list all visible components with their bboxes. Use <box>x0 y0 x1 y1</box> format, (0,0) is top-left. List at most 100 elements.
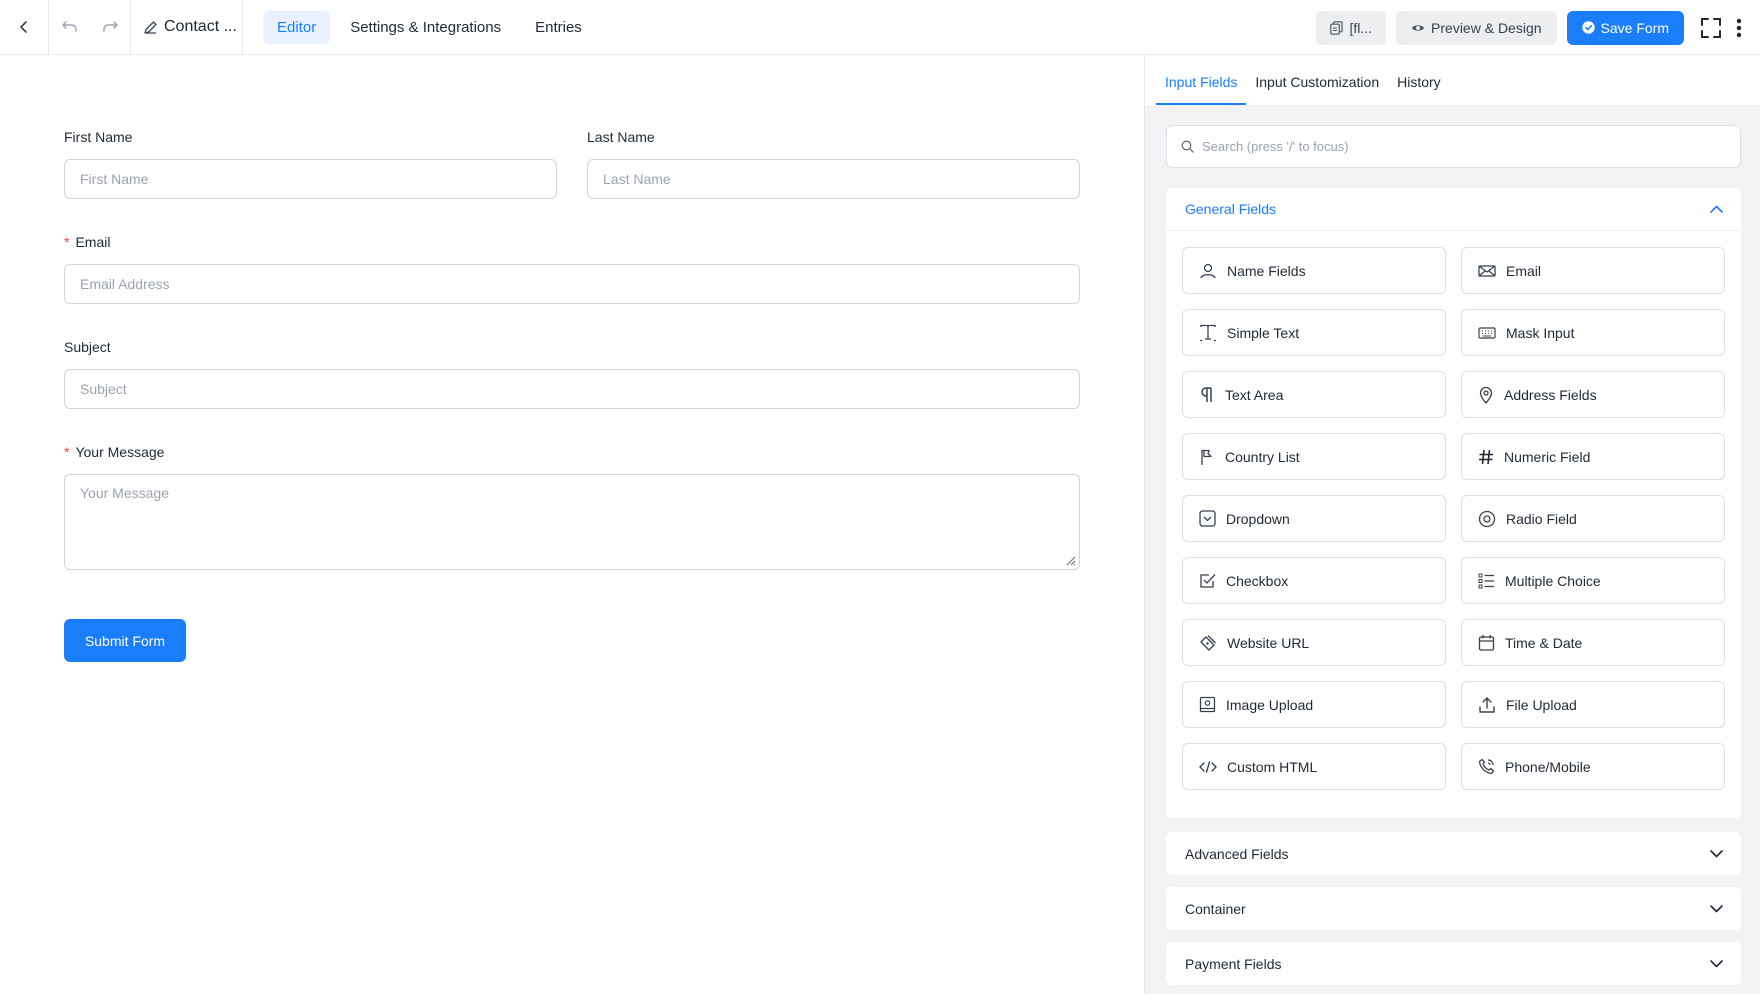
chevron-down-icon <box>1710 904 1723 912</box>
tab-editor[interactable]: Editor <box>263 10 331 44</box>
chevron-down-icon <box>1710 959 1723 967</box>
pencil-icon <box>144 20 157 34</box>
radio-icon <box>1478 510 1496 527</box>
keyboard-icon <box>1478 326 1496 339</box>
save-form-button[interactable]: Save Form <box>1566 10 1684 45</box>
tab-history[interactable]: History <box>1388 74 1450 105</box>
first-name-input[interactable]: First Name <box>64 159 557 199</box>
resize-handle-icon[interactable] <box>1064 554 1076 566</box>
preview-design-button[interactable]: Preview & Design <box>1396 10 1557 45</box>
main-tabs: Editor Settings & Integrations Entries <box>263 10 596 44</box>
field-country-list[interactable]: Country List <box>1182 433 1446 480</box>
redo-icon <box>103 21 118 32</box>
redo-button[interactable] <box>90 0 131 55</box>
field-text-area[interactable]: Text Area <box>1182 371 1446 418</box>
message-label: * Your Message <box>64 444 164 460</box>
first-name-label: First Name <box>64 129 133 145</box>
advanced-fields-group: Advanced Fields <box>1166 832 1741 875</box>
field-image-upload[interactable]: Image Upload <box>1182 681 1446 728</box>
undo-icon <box>61 21 77 32</box>
form-title[interactable]: Contact ... <box>131 0 243 55</box>
field-custom-html[interactable]: Custom HTML <box>1182 743 1446 790</box>
field-name-fields[interactable]: Name Fields <box>1182 247 1446 294</box>
form-title-text: Contact ... <box>164 18 237 35</box>
field-label: Time & Date <box>1505 634 1583 651</box>
top-toolbar: Contact ... Editor Settings & Integratio… <box>0 0 1760 55</box>
tab-settings-integrations[interactable]: Settings & Integrations <box>336 11 515 44</box>
last-name-input[interactable]: Last Name <box>587 159 1080 199</box>
email-input[interactable]: Email Address <box>64 264 1080 304</box>
container-group: Container <box>1166 887 1741 930</box>
map-pin-icon <box>1479 386 1493 404</box>
tab-input-fields[interactable]: Input Fields <box>1156 74 1247 105</box>
field-label: Dropdown <box>1226 510 1290 527</box>
field-label: Custom HTML <box>1227 758 1318 775</box>
field-time-date[interactable]: Time & Date <box>1461 619 1725 666</box>
fullscreen-icon <box>1701 17 1721 38</box>
container-title: Container <box>1185 900 1246 917</box>
field-numeric-field[interactable]: Numeric Field <box>1461 433 1725 480</box>
undo-button[interactable] <box>49 0 90 55</box>
phone-icon <box>1478 758 1495 775</box>
message-label-text: Your Message <box>75 444 165 460</box>
email-label-text: Email <box>75 234 111 250</box>
subject-label: Subject <box>64 339 111 355</box>
shortcode-button[interactable]: [fl... <box>1316 10 1387 45</box>
message-textarea[interactable]: Your Message <box>64 474 1080 570</box>
payment-fields-header[interactable]: Payment Fields <box>1166 942 1741 985</box>
payment-fields-group: Payment Fields <box>1166 942 1741 985</box>
email-label: * Email <box>64 234 110 250</box>
field-label: Multiple Choice <box>1505 572 1601 589</box>
image-icon <box>1199 696 1216 713</box>
field-dropdown[interactable]: Dropdown <box>1182 495 1446 542</box>
field-address-fields[interactable]: Address Fields <box>1461 371 1725 418</box>
submit-form-button[interactable]: Submit Form <box>64 619 186 662</box>
field-email[interactable]: Email <box>1461 247 1725 294</box>
tab-entries[interactable]: Entries <box>521 11 596 44</box>
container-header[interactable]: Container <box>1166 887 1741 930</box>
field-label: Simple Text <box>1227 324 1300 341</box>
envelope-icon <box>1478 264 1496 277</box>
back-button[interactable] <box>0 0 49 55</box>
fullscreen-button[interactable] <box>1696 11 1726 45</box>
field-phone-mobile[interactable]: Phone/Mobile <box>1461 743 1725 790</box>
general-fields-title: General Fields <box>1185 201 1277 217</box>
field-label: Text Area <box>1225 386 1284 403</box>
field-label: Checkbox <box>1226 572 1289 589</box>
field-label: Image Upload <box>1226 696 1314 713</box>
field-label: Numeric Field <box>1504 448 1591 465</box>
field-mask-input[interactable]: Mask Input <box>1461 309 1725 356</box>
advanced-fields-header[interactable]: Advanced Fields <box>1166 832 1741 875</box>
field-label: Phone/Mobile <box>1505 758 1591 775</box>
link-icon <box>1200 634 1216 651</box>
last-name-label: Last Name <box>587 129 655 145</box>
advanced-fields-title: Advanced Fields <box>1185 845 1289 862</box>
field-label: Country List <box>1225 448 1300 465</box>
general-fields-header[interactable]: General Fields <box>1166 188 1741 231</box>
toolbar-actions: [fl... Preview & Design Save Form <box>1316 0 1760 55</box>
paragraph-icon <box>1201 386 1212 402</box>
text-cursor-icon <box>1200 324 1216 341</box>
more-options-button[interactable] <box>1726 11 1752 45</box>
chevron-left-icon <box>20 21 27 33</box>
list-icon <box>1478 573 1494 588</box>
field-file-upload[interactable]: File Upload <box>1461 681 1725 728</box>
general-fields-grid: Name Fields Email Simple Text Mask Input… <box>1166 231 1741 790</box>
field-label: File Upload <box>1506 696 1577 713</box>
field-simple-text[interactable]: Simple Text <box>1182 309 1446 356</box>
chevron-down-icon <box>1710 849 1723 857</box>
code-icon <box>1199 760 1217 773</box>
dropdown-icon <box>1199 510 1216 527</box>
field-multiple-choice[interactable]: Multiple Choice <box>1461 557 1725 604</box>
tab-input-customization[interactable]: Input Customization <box>1246 74 1388 105</box>
field-label: Website URL <box>1227 634 1310 651</box>
field-checkbox[interactable]: Checkbox <box>1182 557 1446 604</box>
field-label: Address Fields <box>1504 386 1597 403</box>
field-search-input[interactable]: Search (press '/' to focus) <box>1166 125 1741 168</box>
field-label: Name Fields <box>1227 262 1306 279</box>
field-label: Radio Field <box>1506 510 1577 527</box>
field-label: Mask Input <box>1506 324 1575 341</box>
field-radio-field[interactable]: Radio Field <box>1461 495 1725 542</box>
field-website-url[interactable]: Website URL <box>1182 619 1446 666</box>
subject-input[interactable]: Subject <box>64 369 1080 409</box>
